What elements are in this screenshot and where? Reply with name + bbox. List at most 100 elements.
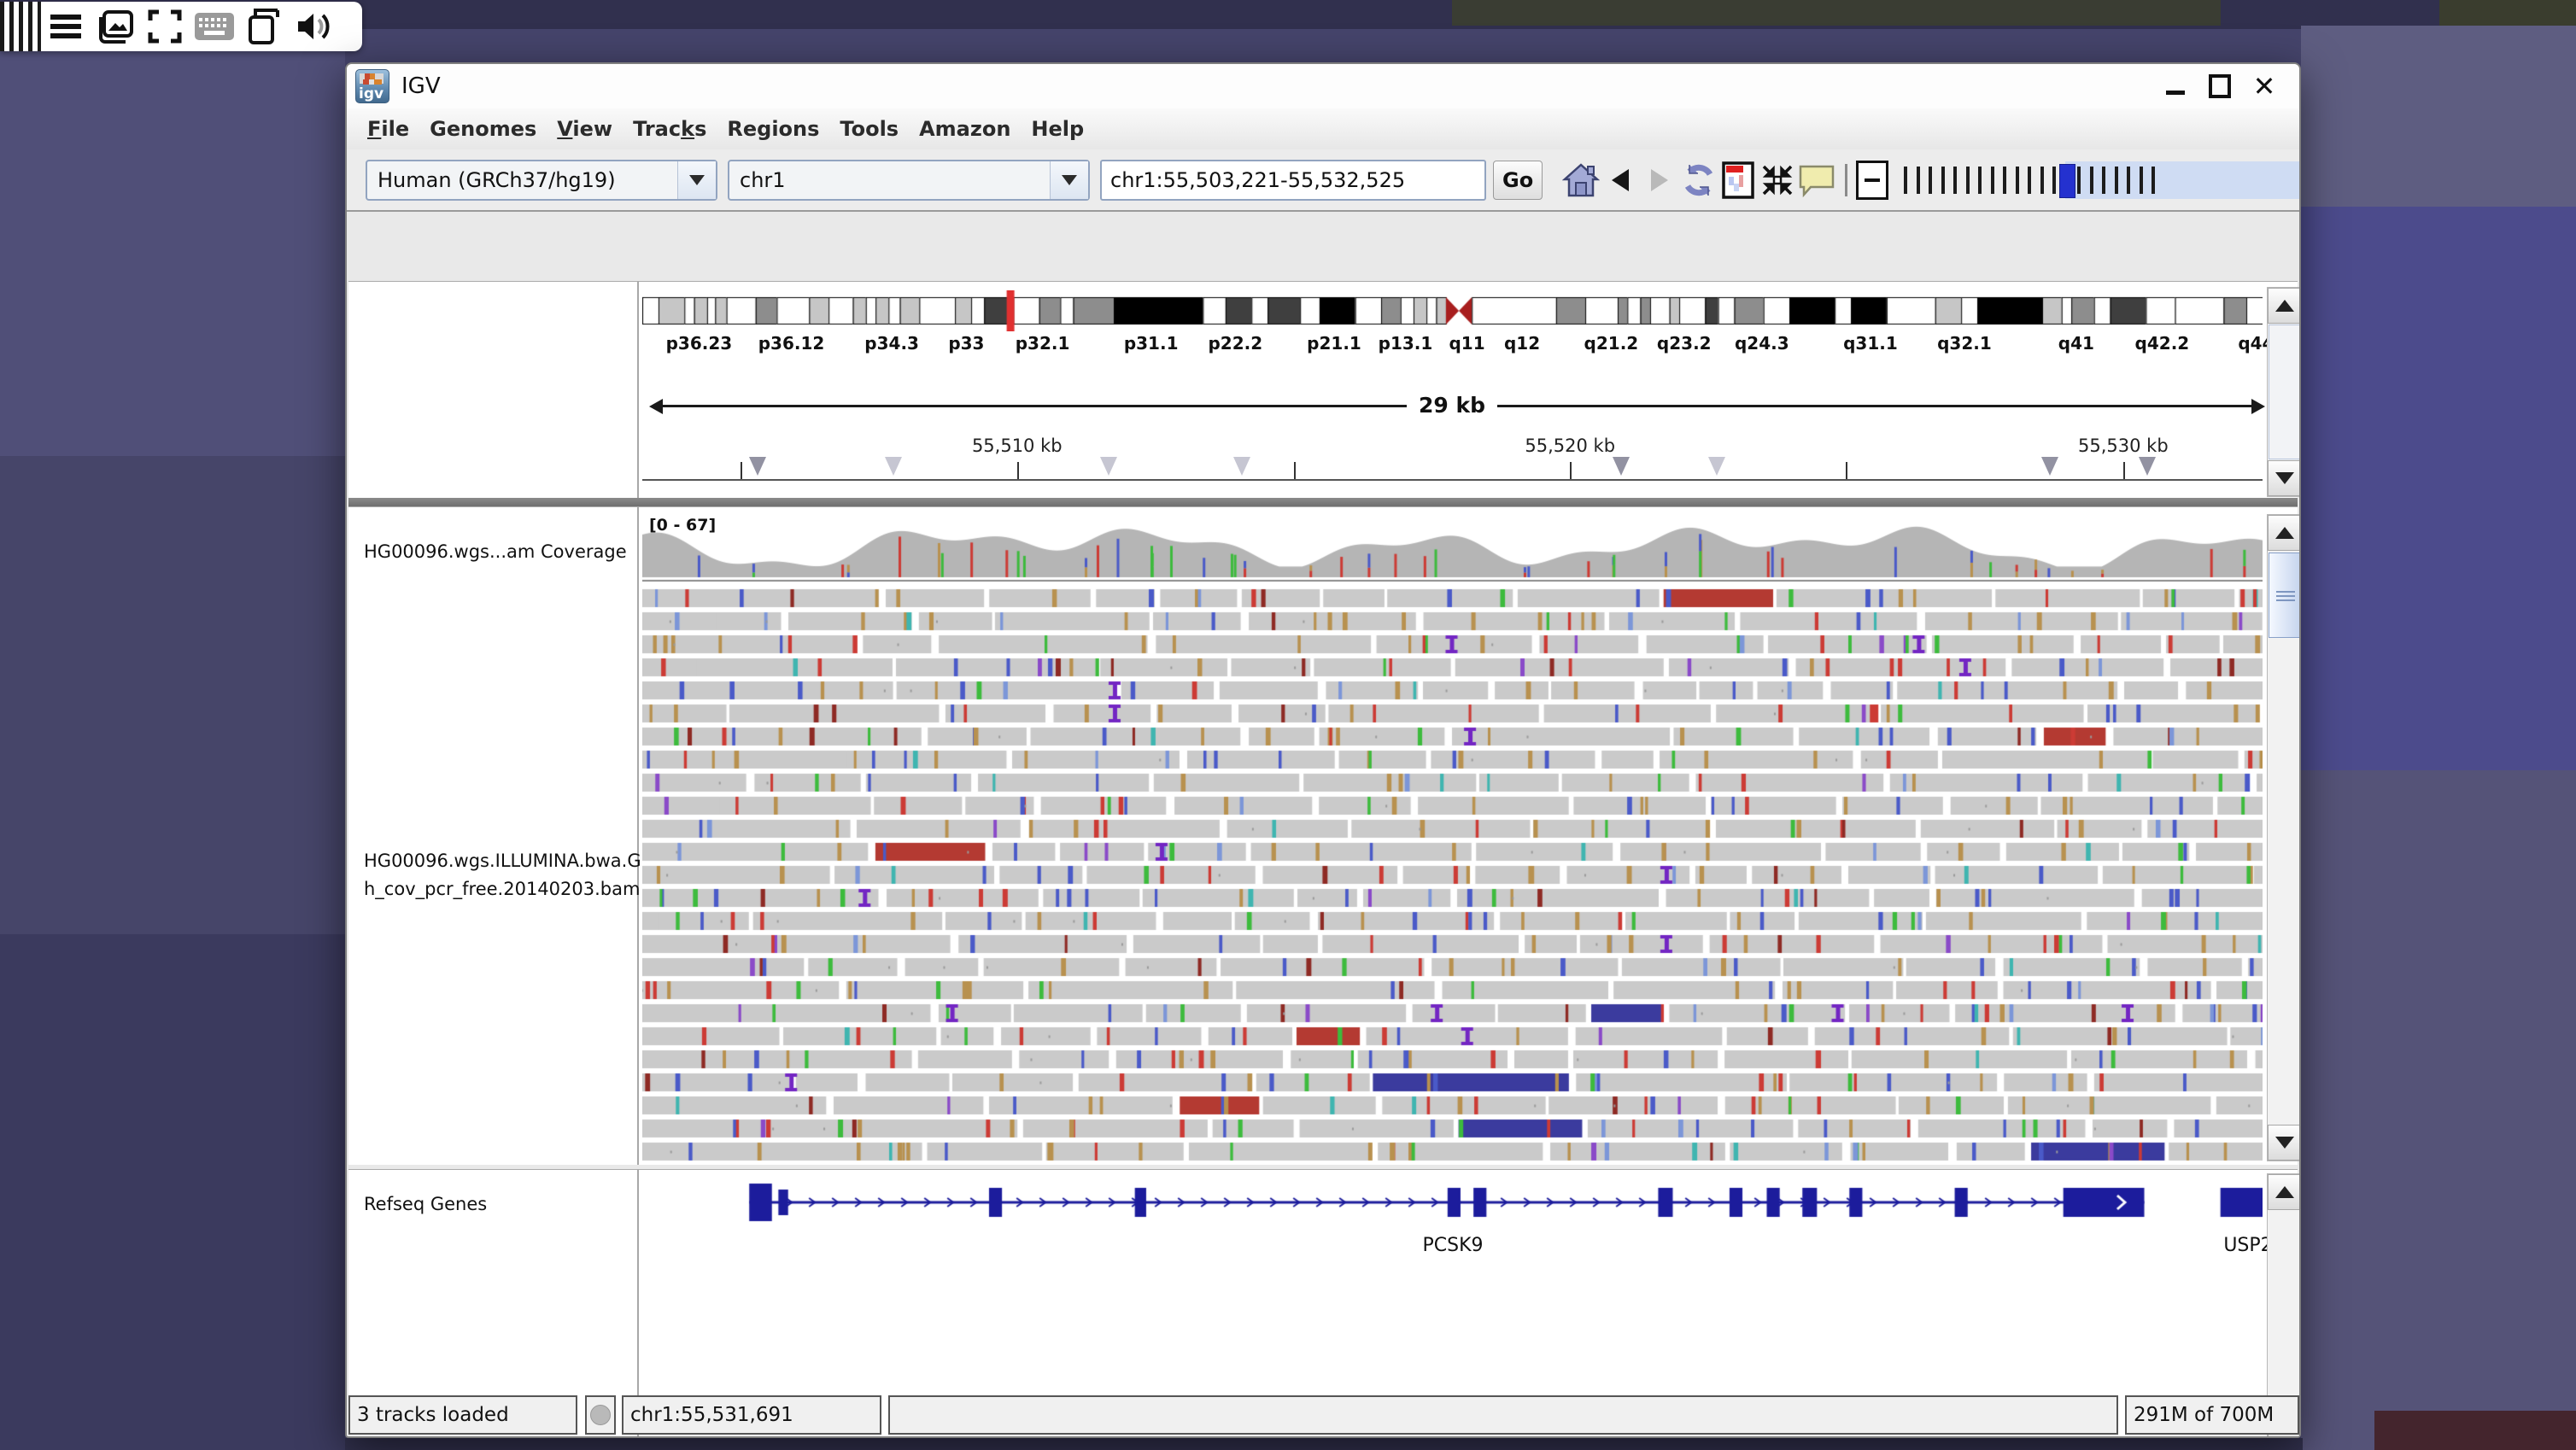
scrollbar-thumb[interactable] (2269, 324, 2301, 459)
coverage-range-label: [0 - 67] (649, 516, 716, 535)
chevron-down-icon[interactable] (677, 161, 716, 199)
coverage-track-label[interactable]: HG00096.wgs...am Coverage (364, 541, 627, 562)
genome-select-value: Human (GRCh37/hg19) (367, 168, 677, 192)
desktop: igv IGV ✕ FileGenomesViewTracksRegionsTo… (0, 0, 2576, 1450)
gene-track[interactable] (642, 1173, 2263, 1233)
ruler-tick (1017, 462, 1019, 479)
alignment-panel: HG00096.wgs...am Coverage HG00096.wgs.IL… (348, 506, 2298, 1165)
menu-icon[interactable] (41, 2, 91, 51)
zoom-tick (2090, 167, 2093, 194)
scrollbar-thumb[interactable] (2269, 553, 2301, 638)
genome-select[interactable]: Human (GRCh37/hg19) (366, 160, 717, 201)
zoom-tick (2140, 167, 2143, 194)
zoom-tick (1941, 167, 1945, 194)
ruler[interactable]: 55,510 kb55,520 kb55,530 kb (642, 282, 2263, 499)
zoom-tick (1966, 167, 1970, 194)
alignment-track[interactable] (642, 514, 2263, 1165)
title-bar[interactable]: igv IGV ✕ (347, 64, 2299, 109)
roi-marker-icon[interactable] (2139, 457, 2156, 476)
ruler-tick-label: 55,520 kb (1525, 436, 1615, 456)
volume-icon[interactable] (289, 2, 338, 51)
roi-marker-icon[interactable] (749, 457, 766, 476)
igv-app-icon: igv (355, 69, 389, 103)
define-region-button[interactable] (1718, 160, 1758, 201)
ruler-tick-label: 55,510 kb (972, 436, 1063, 456)
forward-button[interactable] (1640, 160, 1679, 201)
panel-divider[interactable] (637, 282, 639, 499)
windows-icon[interactable] (239, 2, 289, 51)
back-button[interactable] (1601, 160, 1640, 201)
keyboard-icon[interactable] (190, 2, 239, 51)
ruler-tick (1846, 462, 1847, 479)
zoom-slider[interactable] (1895, 160, 2299, 201)
locus-input[interactable] (1100, 160, 1486, 201)
zoom-tick (1904, 167, 1907, 194)
window-content: p36.23p36.12p34.3p33p32.1p31.1p22.2p21.1… (347, 212, 2299, 1436)
tooltip-behavior-button[interactable] (1797, 160, 1836, 201)
status-memory-usage: 291M of 700M (2125, 1395, 2299, 1435)
menu-help[interactable]: Help (1021, 117, 1094, 141)
zoom-slider-thumb[interactable] (2059, 164, 2075, 198)
menu-file[interactable]: File (357, 117, 419, 141)
roi-marker-icon[interactable] (1233, 457, 1250, 476)
alignment-track-label-line2[interactable]: h_cov_pcr_free.20140203.bam (364, 879, 640, 899)
scroll-up-button[interactable] (2268, 515, 2301, 551)
status-activity-indicator (585, 1395, 616, 1435)
dock-drag-handle[interactable] (0, 2, 41, 51)
close-button[interactable]: ✕ (2253, 75, 2275, 97)
gene-name-pcsk9: PCSK9 (1422, 1235, 1483, 1256)
home-button[interactable] (1561, 160, 1601, 201)
menu-regions[interactable]: Regions (717, 117, 829, 141)
zoom-tick (1991, 167, 1994, 194)
zoom-tick (1917, 167, 1920, 194)
status-cursor-position: chr1:55,531,691 (622, 1395, 881, 1435)
menu-tracks[interactable]: Tracks (623, 117, 717, 141)
minimize-button[interactable] (2164, 75, 2187, 97)
roi-marker-icon[interactable] (1708, 457, 1725, 476)
status-message-area (888, 1395, 2118, 1435)
alignment-panel-scrollbar[interactable] (2267, 514, 2301, 1161)
zoom-slider-highlight (2065, 161, 2299, 199)
chromosome-select[interactable]: chr1 (728, 160, 1090, 201)
desktop-patch (0, 29, 345, 456)
panel-divider[interactable] (637, 507, 639, 1165)
scroll-up-button[interactable] (2268, 288, 2301, 324)
go-button[interactable]: Go (1493, 161, 1543, 200)
toolbar: Human (GRCh37/hg19) chr1 Go (347, 149, 2299, 212)
ruler-tick (1294, 462, 1296, 479)
roi-marker-icon[interactable] (1100, 457, 1117, 476)
zoom-tick (1953, 167, 1957, 194)
chevron-down-icon[interactable] (1050, 161, 1088, 199)
panel-splitter[interactable] (348, 498, 2298, 506)
menu-view[interactable]: View (547, 117, 623, 141)
desktop-patch (2301, 207, 2576, 770)
scroll-down-button[interactable] (2268, 1125, 2301, 1161)
fullscreen-icon[interactable] (140, 2, 190, 51)
ruler-baseline (642, 479, 2263, 481)
gene-name-usp24: USP2 (2223, 1235, 2272, 1256)
refresh-button[interactable] (1679, 160, 1718, 201)
maximize-button[interactable] (2209, 75, 2231, 97)
roi-marker-icon[interactable] (885, 457, 902, 476)
locus-panel-scrollbar[interactable] (2267, 287, 2301, 497)
igv-window: igv IGV ✕ FileGenomesViewTracksRegionsTo… (345, 62, 2301, 1438)
screenshot-icon[interactable] (91, 2, 140, 51)
zoom-tick (2115, 167, 2118, 194)
alignment-track-label-line1[interactable]: HG00096.wgs.ILLUMINA.bwa.G (364, 851, 641, 871)
zoom-tick (2077, 167, 2081, 194)
zoom-tick (2127, 167, 2130, 194)
zoom-out-button[interactable] (1856, 161, 1888, 200)
menu-genomes[interactable]: Genomes (419, 117, 547, 141)
roi-marker-icon[interactable] (2041, 457, 2058, 476)
menu-amazon[interactable]: Amazon (909, 117, 1021, 141)
scroll-down-button[interactable] (2268, 460, 2301, 496)
desktop-patch (0, 934, 345, 1450)
gene-track-label[interactable]: Refseq Genes (364, 1194, 487, 1214)
roi-marker-icon[interactable] (1613, 457, 1630, 476)
fit-to-window-button[interactable] (1758, 160, 1797, 201)
menu-tools[interactable]: Tools (829, 117, 909, 141)
ruler-tick (2123, 462, 2125, 479)
ruler-tick (1570, 462, 1572, 479)
ruler-tick (741, 462, 742, 479)
scroll-up-button[interactable] (2268, 1174, 2301, 1210)
